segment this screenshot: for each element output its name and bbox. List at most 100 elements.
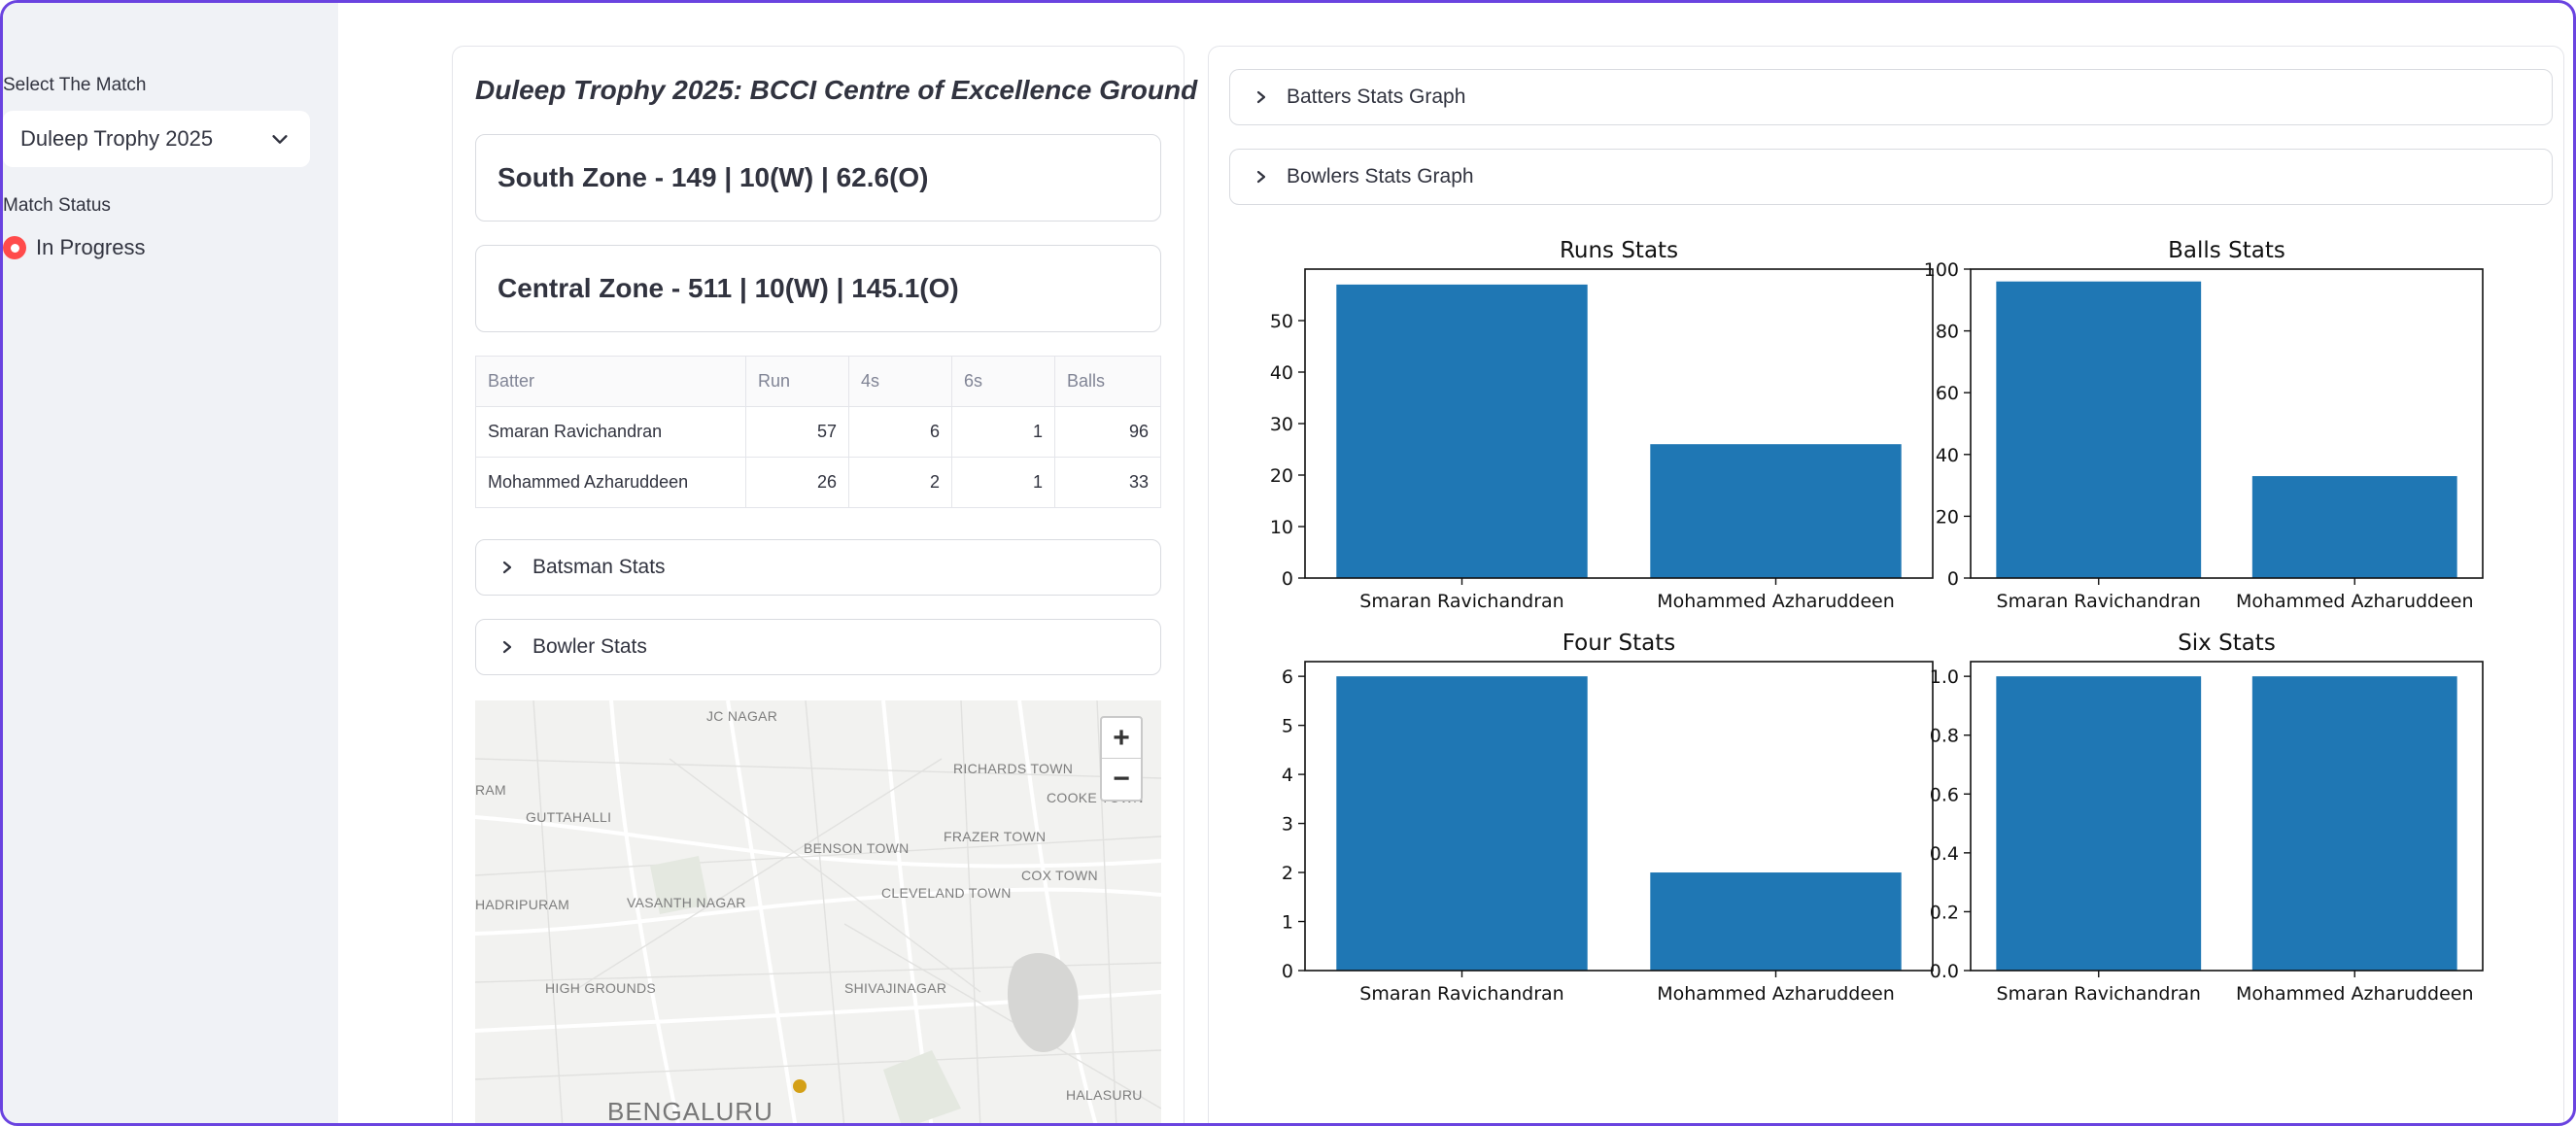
y-tick-label: 1.0 bbox=[1930, 666, 1959, 688]
stats-charts: Runs Stats Smaran Ravichandran Mohammed Az… bbox=[1270, 238, 2484, 1005]
bar bbox=[1650, 444, 1902, 578]
y-tick-label: 30 bbox=[1270, 414, 1293, 435]
y-tick-label: 20 bbox=[1936, 506, 1959, 528]
zoom-in-button[interactable]: + bbox=[1102, 718, 1141, 759]
cell-balls: 33 bbox=[1054, 457, 1161, 508]
chevron-right-icon bbox=[502, 561, 512, 574]
score-text: Central Zone - 511 | 10(W) | 145.1(O) bbox=[498, 273, 959, 303]
x-tick-label: Smaran Ravichandran bbox=[1359, 591, 1563, 612]
map-city-label: BENGALURU bbox=[607, 1097, 773, 1126]
y-tick-label: 1 bbox=[1282, 912, 1293, 934]
radio-selected-icon bbox=[3, 236, 26, 259]
y-tick-label: 4 bbox=[1282, 765, 1293, 786]
y-tick-label: 0.6 bbox=[1930, 784, 1959, 805]
match-status-label: Match Status bbox=[3, 195, 111, 216]
score-card-central-zone: Central Zone - 511 | 10(W) | 145.1(O) bbox=[475, 245, 1161, 332]
zoom-out-button[interactable]: − bbox=[1102, 759, 1141, 800]
bar bbox=[2251, 676, 2457, 971]
cell-batter: Smaran Ravichandran bbox=[475, 406, 746, 458]
bar bbox=[1996, 676, 2202, 971]
table-header-row: Batter Run 4s 6s Balls bbox=[475, 356, 1161, 407]
sidebar: Select The Match Duleep Trophy 2025 Matc… bbox=[3, 3, 338, 1123]
x-tick-label: Smaran Ravichandran bbox=[1359, 983, 1563, 1005]
cell-6s: 1 bbox=[951, 406, 1055, 458]
chevron-down-icon bbox=[272, 135, 288, 144]
map-label: HIGH GROUNDS bbox=[545, 980, 657, 996]
column-header-run[interactable]: Run bbox=[745, 356, 849, 407]
chart-title: Balls Stats bbox=[2168, 238, 2285, 263]
column-header-batter[interactable]: Batter bbox=[475, 356, 746, 407]
y-tick-label: 0.4 bbox=[1930, 843, 1959, 865]
match-select-label: Select The Match bbox=[3, 75, 147, 95]
bowlers-stats-graph-expander[interactable]: Bowlers Stats Graph bbox=[1229, 149, 2553, 205]
y-tick-label: 0 bbox=[1282, 961, 1293, 982]
map-label: SHIVAJINAGAR bbox=[844, 980, 947, 996]
y-tick-label: 100 bbox=[1924, 259, 1959, 281]
y-tick-label: 0 bbox=[1947, 568, 1959, 590]
column-header-balls[interactable]: Balls bbox=[1054, 356, 1161, 407]
y-tick-label: 0 bbox=[1282, 568, 1293, 590]
cell-6s: 1 bbox=[951, 457, 1055, 508]
map-zoom-control: + − bbox=[1100, 716, 1143, 802]
x-tick-label: Smaran Ravichandran bbox=[1997, 591, 2201, 612]
status-radio-label: In Progress bbox=[36, 235, 146, 259]
cell-run: 57 bbox=[745, 406, 849, 458]
expander-label: Bowler Stats bbox=[532, 635, 647, 658]
chart-title: Six Stats bbox=[2178, 631, 2276, 656]
status-radio-in-progress[interactable]: In Progress bbox=[3, 235, 146, 260]
map-label: FRAZER TOWN bbox=[944, 829, 1047, 844]
cell-4s: 2 bbox=[848, 457, 952, 508]
table-row: Smaran Ravichandran 57 6 1 96 bbox=[475, 406, 1161, 458]
cell-batter: Mohammed Azharuddeen bbox=[475, 457, 746, 508]
venue-map[interactable]: JC NAGAR RICHARDS TOWN COOKE TOWN RAM GU… bbox=[475, 700, 1161, 1126]
x-tick-label: Mohammed Azharuddeen bbox=[1657, 591, 1895, 612]
match-select-value: Duleep Trophy 2025 bbox=[20, 126, 214, 151]
y-tick-label: 2 bbox=[1282, 863, 1293, 884]
score-text: South Zone - 149 | 10(W) | 62.6(O) bbox=[498, 162, 929, 192]
y-tick-label: 60 bbox=[1936, 383, 1959, 404]
bar bbox=[2251, 476, 2457, 578]
chart-title: Four Stats bbox=[1563, 631, 1676, 656]
y-tick-label: 50 bbox=[1270, 311, 1293, 332]
map-label: VASANTH NAGAR bbox=[627, 895, 746, 910]
chart-title: Runs Stats bbox=[1560, 238, 1678, 263]
map-label: RAM bbox=[475, 782, 507, 798]
y-tick-label: 20 bbox=[1270, 465, 1293, 487]
expander-label: Batsman Stats bbox=[532, 556, 666, 578]
y-tick-label: 0.2 bbox=[1930, 902, 1959, 923]
map-label: COX TOWN bbox=[1021, 868, 1098, 883]
x-tick-label: Mohammed Azharuddeen bbox=[1657, 983, 1895, 1005]
bar bbox=[1996, 281, 2202, 578]
bowler-stats-expander[interactable]: Bowler Stats bbox=[475, 619, 1161, 675]
chevron-right-icon bbox=[1256, 170, 1266, 184]
match-select[interactable]: Duleep Trophy 2025 bbox=[3, 111, 310, 167]
expander-label: Bowlers Stats Graph bbox=[1287, 165, 1474, 188]
map-label: GUTTAHALLI bbox=[526, 809, 612, 825]
batters-stats-graph-expander[interactable]: Batters Stats Graph bbox=[1229, 69, 2553, 125]
chevron-right-icon bbox=[502, 640, 512, 654]
cell-balls: 96 bbox=[1054, 406, 1161, 458]
column-header-4s[interactable]: 4s bbox=[848, 356, 952, 407]
y-tick-label: 3 bbox=[1282, 814, 1293, 836]
page-title: Duleep Trophy 2025: BCCI Centre of Excel… bbox=[475, 75, 1198, 105]
x-tick-label: Mohammed Azharuddeen bbox=[2236, 591, 2474, 612]
venue-marker-icon bbox=[793, 1079, 807, 1093]
batters-table: Batter Run 4s 6s Balls Smaran Ravichandr… bbox=[475, 356, 1161, 508]
cell-4s: 6 bbox=[848, 406, 952, 458]
map-label: JC NAGAR bbox=[706, 708, 778, 724]
expander-label: Batters Stats Graph bbox=[1287, 85, 1466, 108]
batsman-stats-expander[interactable]: Batsman Stats bbox=[475, 539, 1161, 596]
y-tick-label: 10 bbox=[1270, 517, 1293, 538]
y-tick-label: 40 bbox=[1270, 362, 1293, 384]
y-tick-label: 80 bbox=[1936, 322, 1959, 343]
x-tick-label: Mohammed Azharuddeen bbox=[2236, 983, 2474, 1005]
y-tick-label: 0.0 bbox=[1930, 961, 1959, 982]
app-window: Select The Match Duleep Trophy 2025 Matc… bbox=[0, 0, 2576, 1126]
column-header-6s[interactable]: 6s bbox=[951, 356, 1055, 407]
table-row: Mohammed Azharuddeen 26 2 1 33 bbox=[475, 457, 1161, 508]
y-tick-label: 0.8 bbox=[1930, 726, 1959, 747]
bar bbox=[1336, 676, 1588, 971]
map-label: CLEVELAND TOWN bbox=[881, 885, 1012, 901]
cell-run: 26 bbox=[745, 457, 849, 508]
y-tick-label: 40 bbox=[1936, 445, 1959, 466]
